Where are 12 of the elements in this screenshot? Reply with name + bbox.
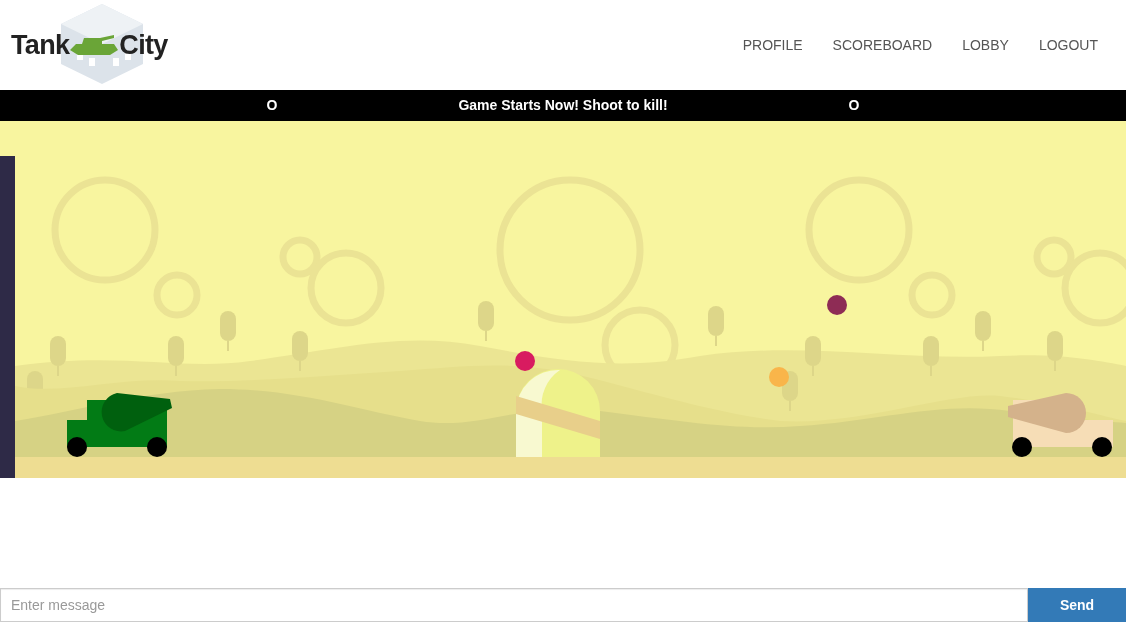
nav-link[interactable]: PROFILE — [742, 34, 803, 56]
score-text: O — [265, 96, 279, 115]
message-input[interactable]: Enter message — [0, 588, 1028, 622]
tank-icon — [70, 34, 119, 56]
send-button[interactable]: Send — [1028, 588, 1126, 622]
logo-text: Tank — [11, 28, 70, 62]
score-text: O — [847, 96, 861, 115]
status-message: Game Starts Now! Shoot to kill! — [457, 96, 669, 115]
logo-text: City — [119, 28, 168, 62]
nav-link[interactable]: LOBBY — [962, 34, 1009, 56]
nav-link[interactable]: LOGOUT — [1038, 34, 1098, 56]
nav-link[interactable]: SCOREBOARD — [832, 34, 933, 56]
